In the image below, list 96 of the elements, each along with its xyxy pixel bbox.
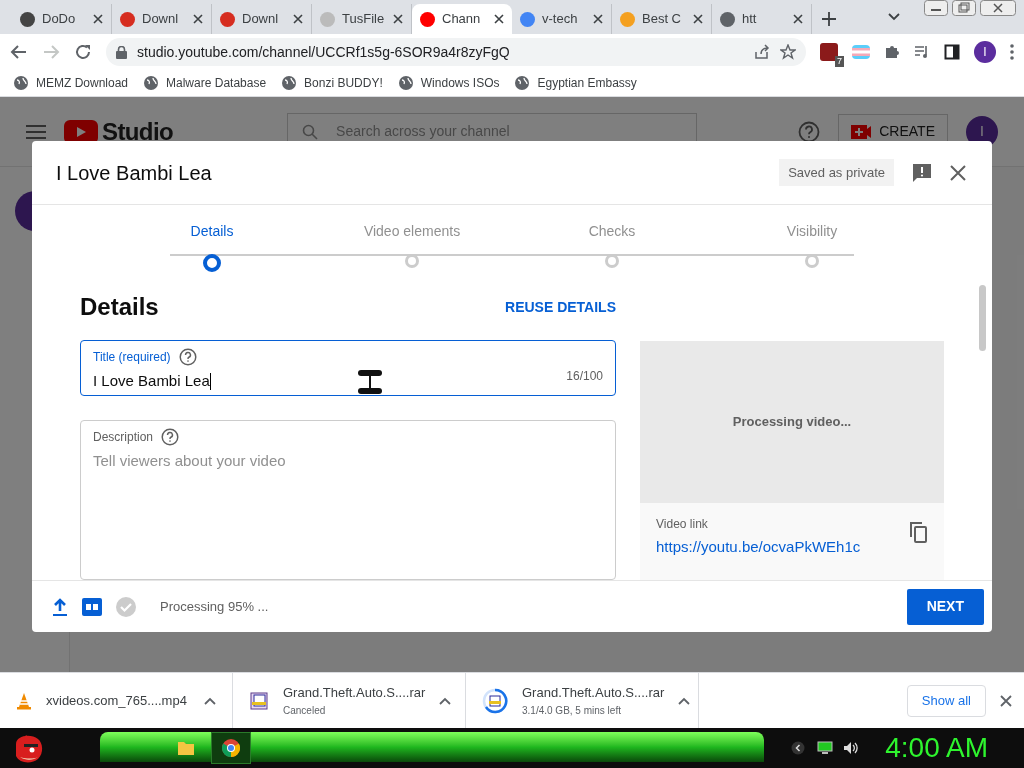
close-icon[interactable] bbox=[950, 164, 966, 181]
browser-tab[interactable]: Chann bbox=[412, 4, 512, 34]
caret-icon[interactable] bbox=[439, 696, 452, 705]
step-label[interactable]: Details bbox=[190, 221, 234, 242]
close-tab-icon[interactable] bbox=[793, 14, 803, 24]
chrome-taskbar-button[interactable] bbox=[211, 732, 251, 764]
description-placeholder: Tell viewers about your video bbox=[93, 451, 287, 471]
close-tab-icon[interactable] bbox=[193, 14, 203, 24]
menu-icon[interactable] bbox=[1010, 44, 1014, 60]
studio-logo-text: Studio bbox=[102, 116, 174, 147]
globe-icon bbox=[144, 76, 159, 90]
traffic-cone-icon bbox=[16, 691, 32, 710]
download-filename: Grand.Theft.Auto.S....rar bbox=[522, 684, 665, 703]
archive-progress-icon bbox=[482, 687, 508, 714]
download-status: Canceled bbox=[283, 703, 327, 718]
title-value: I Love Bambi Lea bbox=[93, 371, 210, 391]
help-icon[interactable] bbox=[798, 120, 821, 143]
section-heading: Details bbox=[80, 292, 159, 322]
bookmark[interactable]: Bonzi BUDDY! bbox=[282, 74, 383, 92]
tab-search-icon[interactable] bbox=[888, 13, 900, 21]
globe-icon bbox=[515, 76, 530, 90]
globe-icon bbox=[398, 76, 413, 90]
download-filename: xvideos.com_765....mp4 bbox=[46, 691, 188, 710]
description-field[interactable]: Description Tell viewers about your video bbox=[80, 420, 616, 580]
lock-icon bbox=[116, 45, 127, 59]
favicon-icon bbox=[220, 11, 235, 27]
next-button[interactable]: NEXT bbox=[906, 588, 984, 625]
close-tab-icon[interactable] bbox=[93, 14, 103, 24]
text-cursor-icon bbox=[357, 369, 383, 395]
bookmark[interactable]: MEMZ Download bbox=[14, 74, 129, 92]
favicon-icon bbox=[320, 11, 335, 27]
network-icon[interactable] bbox=[817, 741, 834, 755]
close-icon[interactable] bbox=[1000, 694, 1012, 707]
new-tab-icon[interactable] bbox=[822, 12, 836, 26]
minimize-icon[interactable] bbox=[924, 0, 948, 16]
show-all-button[interactable]: Show all bbox=[906, 684, 986, 717]
dialog-title: I Love Bambi Lea bbox=[56, 160, 213, 186]
title-label: Title (required) bbox=[93, 349, 171, 366]
archive-icon bbox=[249, 691, 269, 710]
puzzle-icon[interactable] bbox=[884, 44, 900, 60]
processing-text: Processing video... bbox=[732, 413, 852, 432]
volume-icon[interactable] bbox=[843, 741, 860, 755]
upload-icon[interactable] bbox=[52, 597, 68, 616]
globe-icon bbox=[14, 76, 28, 90]
extension-badge: 7 bbox=[835, 56, 844, 67]
address-bar[interactable]: studio.youtube.com/channel/UCCRf1s5g-6SOR9a4r8zyFgQ bbox=[106, 38, 806, 66]
download-status: 3.1/4.0 GB, 5 mins left bbox=[522, 703, 622, 718]
side-panel-icon[interactable] bbox=[944, 44, 960, 60]
close-tab-icon[interactable] bbox=[494, 14, 504, 24]
check-circle-icon[interactable] bbox=[116, 596, 136, 617]
hd-icon[interactable] bbox=[82, 597, 102, 616]
bookmark[interactable]: Egyptian Embassy bbox=[515, 74, 637, 92]
copy-icon[interactable] bbox=[908, 521, 928, 544]
help-icon[interactable] bbox=[178, 348, 197, 366]
close-window-icon[interactable] bbox=[980, 0, 1016, 16]
favicon-icon bbox=[120, 11, 135, 27]
chrome-icon bbox=[222, 739, 240, 757]
close-tab-icon[interactable] bbox=[393, 14, 403, 24]
video-link[interactable]: https://youtu.be/ocvaPkWEh1c bbox=[656, 536, 908, 559]
favicon-icon bbox=[520, 11, 535, 27]
processing-status: Processing 95% ... bbox=[160, 597, 270, 616]
favicon-icon bbox=[420, 11, 435, 27]
caret-icon[interactable] bbox=[678, 696, 691, 705]
reuse-details-link[interactable]: REUSE DETAILS bbox=[505, 296, 616, 318]
folder-icon[interactable] bbox=[177, 740, 195, 756]
close-tab-icon[interactable] bbox=[593, 14, 603, 24]
feedback-icon[interactable] bbox=[912, 162, 932, 183]
video-plus-icon bbox=[851, 124, 872, 139]
help-icon[interactable] bbox=[161, 428, 180, 446]
media-icon[interactable] bbox=[914, 44, 930, 60]
caret-icon[interactable] bbox=[204, 696, 216, 705]
bookmark[interactable]: Malware Database bbox=[144, 74, 267, 92]
video-link-label: Video link bbox=[656, 516, 709, 534]
search-icon bbox=[302, 123, 319, 140]
profile-avatar[interactable]: I bbox=[974, 41, 996, 63]
character-count: 16/100 bbox=[566, 368, 603, 385]
reload-icon[interactable] bbox=[74, 43, 92, 61]
saved-status-chip: Saved as private bbox=[779, 158, 894, 187]
share-icon[interactable] bbox=[754, 44, 770, 60]
favicon-icon bbox=[20, 11, 35, 27]
favicon-icon bbox=[720, 11, 735, 27]
hamburger-icon[interactable] bbox=[26, 124, 46, 139]
clock: 4:00 AM bbox=[885, 731, 988, 765]
scrollbar-thumb[interactable] bbox=[979, 285, 986, 351]
star-icon[interactable] bbox=[780, 44, 796, 60]
close-tab-icon[interactable] bbox=[693, 14, 703, 24]
description-label: Description bbox=[93, 429, 154, 446]
bookmark[interactable]: Windows ISOs bbox=[398, 74, 500, 92]
title-field[interactable]: Title (required) I Love Bambi Lea 16/100 bbox=[80, 340, 616, 396]
favicon-icon bbox=[620, 11, 635, 27]
close-tab-icon[interactable] bbox=[293, 14, 303, 24]
globe-icon bbox=[282, 76, 297, 90]
download-filename: Grand.Theft.Auto.S....rar bbox=[283, 684, 426, 703]
url-text: studio.youtube.com/channel/UCCRf1s5g-6SOR9a4r8zyFgQ bbox=[137, 42, 511, 62]
back-icon[interactable] bbox=[10, 43, 28, 61]
restore-icon[interactable] bbox=[952, 0, 976, 16]
